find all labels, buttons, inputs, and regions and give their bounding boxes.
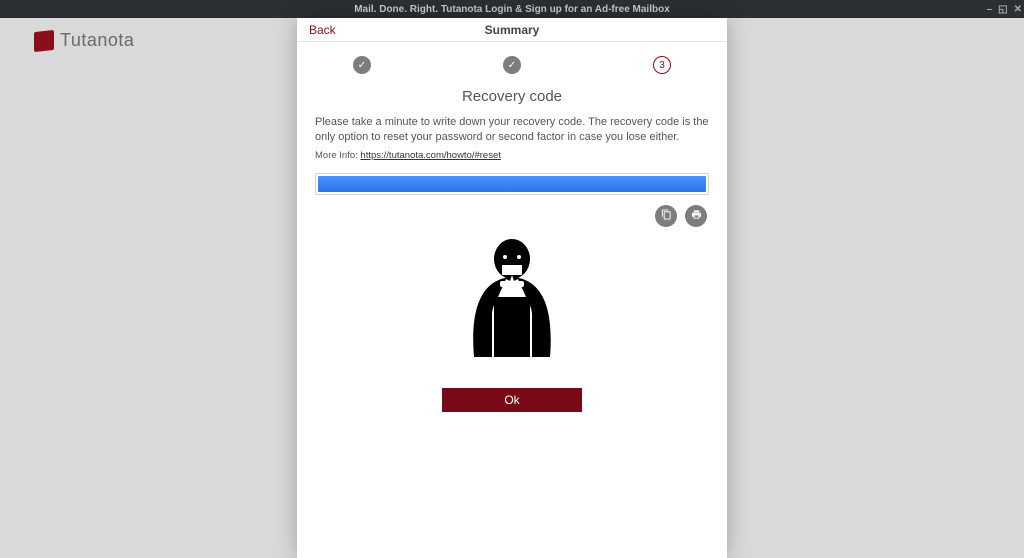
- more-info-link[interactable]: https://tutanota.com/howto/#reset: [360, 150, 500, 161]
- print-button[interactable]: [685, 205, 707, 227]
- section-title: Recovery code: [297, 88, 727, 105]
- modal-header: Back Summary: [297, 18, 727, 42]
- window-controls: – ◱ ✕: [987, 0, 1022, 18]
- more-info-label: More Info:: [315, 150, 358, 161]
- window-titlebar: Mail. Done. Right. Tutanota Login & Sign…: [0, 0, 1024, 18]
- step-1-done: ✓: [353, 56, 371, 74]
- step-2-done: ✓: [503, 56, 521, 74]
- person-secret-icon: [452, 237, 572, 372]
- close-icon[interactable]: ✕: [1014, 4, 1022, 15]
- brand: Tutanota: [34, 30, 134, 51]
- recovery-code-selection: [318, 176, 706, 192]
- copy-button[interactable]: [655, 205, 677, 227]
- step-3-current: 3: [653, 56, 671, 74]
- instruction-text: Please take a minute to write down your …: [315, 115, 709, 146]
- recovery-code-field[interactable]: [315, 173, 709, 195]
- check-icon: ✓: [508, 60, 516, 71]
- print-icon: [691, 207, 702, 225]
- brand-logo-icon: [34, 29, 54, 51]
- step-number: 3: [659, 60, 665, 71]
- window-title: Mail. Done. Right. Tutanota Login & Sign…: [354, 4, 670, 15]
- maximize-icon[interactable]: ◱: [998, 4, 1007, 15]
- minimize-icon[interactable]: –: [987, 4, 993, 15]
- ok-button[interactable]: Ok: [442, 388, 582, 412]
- page-background: Tutanota Back Summary ✓ ✓ 3 Recovery cod…: [0, 18, 1024, 558]
- copy-icon: [661, 207, 672, 225]
- back-button[interactable]: Back: [309, 23, 336, 37]
- step-indicator: ✓ ✓ 3: [297, 42, 727, 82]
- more-info: More Info: https://tutanota.com/howto/#r…: [315, 150, 709, 161]
- illustration: [315, 237, 709, 372]
- code-actions: [315, 205, 709, 227]
- check-icon: ✓: [358, 60, 366, 71]
- brand-name: Tutanota: [60, 30, 134, 51]
- signup-modal: Back Summary ✓ ✓ 3 Recovery code Please …: [297, 18, 727, 558]
- modal-title: Summary: [485, 23, 540, 37]
- modal-body: Please take a minute to write down your …: [297, 105, 727, 412]
